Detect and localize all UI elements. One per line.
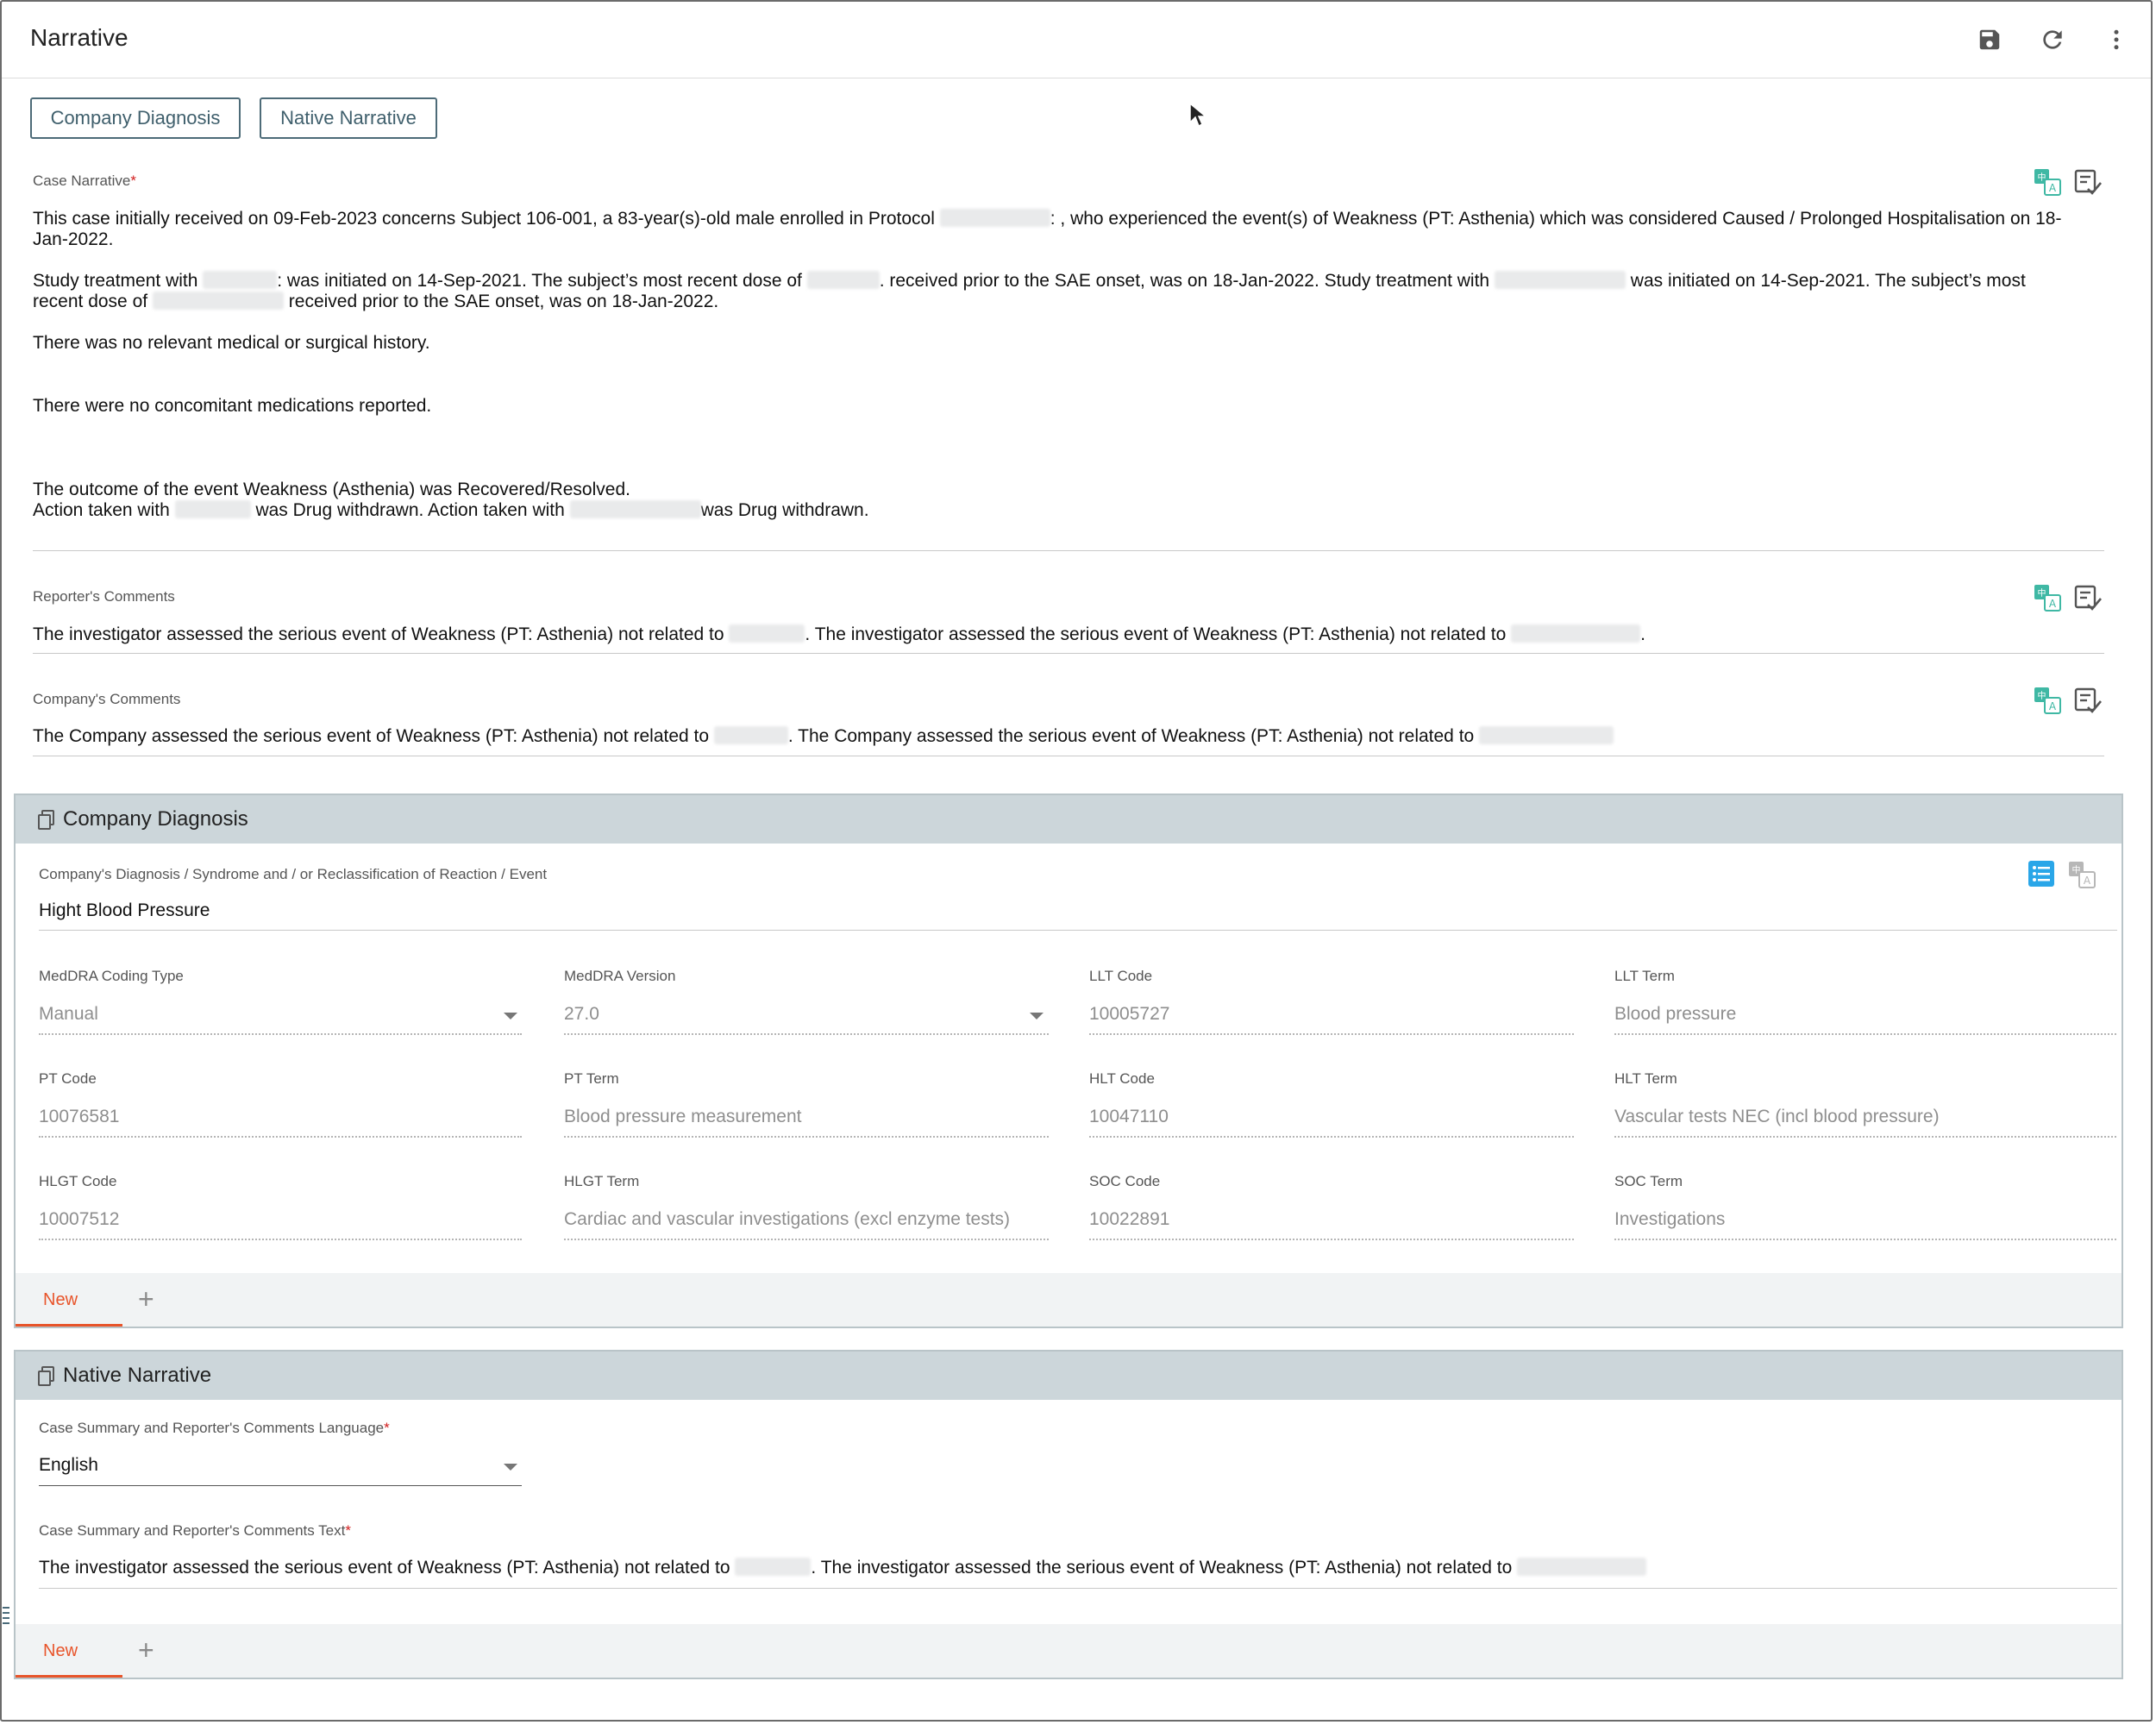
meddra-version-select[interactable]: 27.0 — [564, 1004, 599, 1025]
spellcheck-icon[interactable] — [2073, 583, 2103, 612]
soc-term-value: Investigations — [1614, 1209, 1726, 1229]
tab-native-narrative[interactable]: Native Narrative — [260, 97, 437, 139]
translate-icon[interactable]: 中A — [2068, 861, 2096, 888]
companys-comments-text[interactable]: The Company assessed the serious event o… — [33, 726, 1614, 747]
companys-comments-label: Company's Comments — [33, 691, 181, 707]
tab-new[interactable]: New — [43, 1290, 78, 1310]
reporters-comments-underline — [33, 653, 2104, 654]
llt-term-label: LLT Term — [1614, 968, 1675, 984]
chevron-down-icon[interactable] — [504, 1464, 517, 1471]
meddra-coding-type-select[interactable]: Manual — [39, 1004, 98, 1025]
field-underline — [39, 1136, 522, 1138]
native-narrative-panel: Native Narrative Case Summary and Report… — [14, 1350, 2123, 1679]
hlgt-term-value: Cardiac and vascular investigations (exc… — [564, 1209, 1011, 1229]
refresh-icon[interactable] — [2035, 22, 2070, 57]
spellcheck-icon[interactable] — [2073, 686, 2103, 715]
svg-text:A: A — [2049, 598, 2057, 610]
field-underline — [39, 1239, 522, 1240]
pt-term-label: PT Term — [564, 1070, 619, 1087]
page-title: Narrative — [30, 24, 128, 51]
tab-company-diagnosis[interactable]: Company Diagnosis — [30, 97, 241, 139]
add-tab-button[interactable]: + — [138, 1283, 154, 1315]
language-label: Case Summary and Reporter's Comments Lan… — [39, 1420, 390, 1436]
chevron-down-icon[interactable] — [504, 1013, 517, 1019]
chevron-down-icon[interactable] — [1030, 1013, 1044, 1019]
language-select-underline — [39, 1485, 522, 1486]
field-underline — [1089, 1033, 1574, 1035]
svg-text:A: A — [2084, 875, 2091, 887]
field-underline — [1614, 1239, 2116, 1240]
pt-code-value: 10076581 — [39, 1107, 120, 1126]
pt-code-label: PT Code — [39, 1070, 97, 1087]
header-bar — [2, 2, 2151, 78]
soc-code-label: SOC Code — [1089, 1173, 1161, 1189]
field-underline — [1089, 1136, 1574, 1138]
more-vert-icon[interactable] — [2099, 22, 2134, 57]
company-diagnosis-header — [16, 795, 2122, 844]
reporters-comments-label: Reporter's Comments — [33, 588, 175, 605]
add-tab-button[interactable]: + — [138, 1634, 154, 1666]
meddra-coding-type-label: MedDRA Coding Type — [39, 968, 184, 984]
hlgt-term-label: HLGT Term — [564, 1173, 640, 1189]
drag-handle-icon[interactable] — [2, 1604, 10, 1625]
soc-term-label: SOC Term — [1614, 1173, 1683, 1189]
pt-term-value: Blood pressure measurement — [564, 1107, 802, 1126]
svg-text:A: A — [2049, 182, 2057, 194]
summary-text-underline — [39, 1588, 2117, 1589]
field-underline — [1614, 1033, 2116, 1035]
svg-text:A: A — [2049, 700, 2057, 712]
reporters-comments-text[interactable]: The investigator assessed the serious ev… — [33, 624, 1645, 645]
field-underline — [1614, 1136, 2116, 1138]
llt-code-value: 10005727 — [1089, 1004, 1170, 1024]
company-diagnosis-panel: Company Diagnosis Company's Diagnosis / … — [14, 794, 2123, 1328]
summary-text-label: Case Summary and Reporter's Comments Tex… — [39, 1522, 351, 1539]
native-narrative-header — [16, 1352, 2122, 1400]
copy-icon — [38, 810, 55, 835]
mouse-cursor-icon — [1188, 102, 1208, 132]
copy-icon — [38, 1366, 55, 1391]
field-underline — [564, 1033, 1049, 1035]
translate-icon[interactable]: 中A — [2033, 583, 2062, 612]
hlgt-code-value: 10007512 — [39, 1209, 120, 1229]
soc-code-value: 10022891 — [1089, 1209, 1170, 1229]
spellcheck-icon[interactable] — [2073, 167, 2103, 197]
company-diagnosis-title: Company Diagnosis — [63, 807, 248, 831]
field-underline — [39, 1033, 522, 1035]
hlt-code-label: HLT Code — [1089, 1070, 1155, 1087]
llt-term-value: Blood pressure — [1614, 1004, 1737, 1024]
language-select[interactable]: English — [39, 1455, 98, 1476]
company-diagnosis-tabbar — [16, 1273, 2122, 1327]
native-narrative-tabbar — [16, 1624, 2122, 1678]
field-underline — [564, 1136, 1049, 1138]
field-underline — [564, 1239, 1049, 1240]
list-icon[interactable] — [2028, 861, 2056, 888]
case-narrative-label: Case Narrative* — [33, 172, 136, 189]
case-narrative-underline — [33, 550, 2104, 551]
tab-active-indicator — [16, 1675, 122, 1678]
translate-icon[interactable]: 中A — [2033, 686, 2062, 715]
save-icon[interactable] — [1972, 22, 2007, 57]
field-underline — [1089, 1239, 1574, 1240]
meddra-version-label: MedDRA Version — [564, 968, 676, 984]
tab-new[interactable]: New — [43, 1641, 78, 1661]
company-diagnosis-input-underline — [39, 930, 2117, 931]
hlt-code-value: 10047110 — [1089, 1107, 1169, 1126]
summary-text-input[interactable]: The investigator assessed the serious ev… — [39, 1558, 1647, 1578]
native-narrative-title: Native Narrative — [63, 1364, 212, 1387]
hlt-term-value: Vascular tests NEC (incl blood pressure) — [1614, 1107, 1940, 1126]
company-diagnosis-field-label: Company's Diagnosis / Syndrome and / or … — [39, 866, 548, 882]
translate-icon[interactable]: 中A — [2033, 167, 2062, 197]
hlt-term-label: HLT Term — [1614, 1070, 1677, 1087]
hlgt-code-label: HLGT Code — [39, 1173, 117, 1189]
tab-active-indicator — [16, 1324, 122, 1327]
company-diagnosis-input[interactable]: Hight Blood Pressure — [39, 900, 210, 921]
case-narrative-text[interactable]: This case initially received on 09-Feb-2… — [33, 209, 2108, 521]
llt-code-label: LLT Code — [1089, 968, 1153, 984]
